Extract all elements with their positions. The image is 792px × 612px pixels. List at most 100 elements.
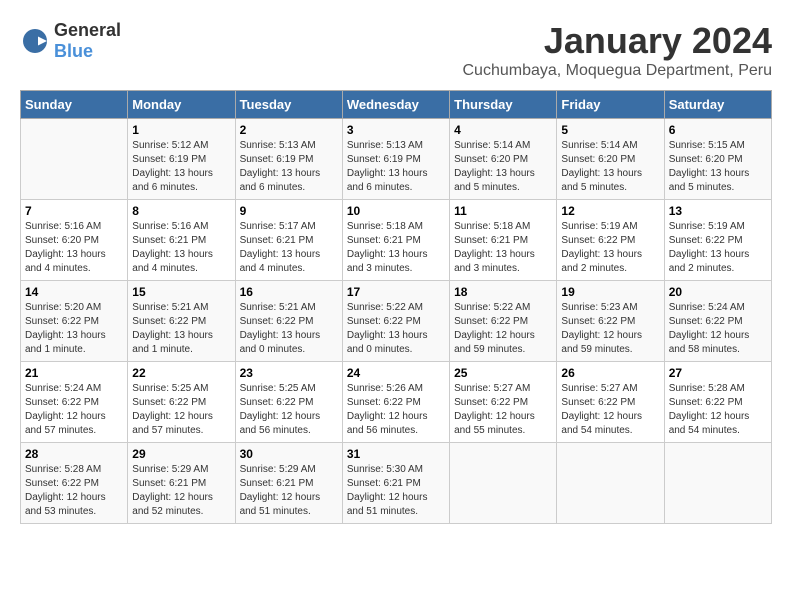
day-number: 24 — [347, 366, 445, 380]
day-cell: 2 Sunrise: 5:13 AMSunset: 6:19 PMDayligh… — [235, 119, 342, 200]
day-cell: 16 Sunrise: 5:21 AMSunset: 6:22 PMDaylig… — [235, 281, 342, 362]
day-number: 26 — [561, 366, 659, 380]
day-header-thursday: Thursday — [450, 91, 557, 119]
day-cell: 21 Sunrise: 5:24 AMSunset: 6:22 PMDaylig… — [21, 362, 128, 443]
day-cell: 20 Sunrise: 5:24 AMSunset: 6:22 PMDaylig… — [664, 281, 771, 362]
day-number: 21 — [25, 366, 123, 380]
day-cell: 1 Sunrise: 5:12 AMSunset: 6:19 PMDayligh… — [128, 119, 235, 200]
day-number: 8 — [132, 204, 230, 218]
day-header-tuesday: Tuesday — [235, 91, 342, 119]
week-row-4: 21 Sunrise: 5:24 AMSunset: 6:22 PMDaylig… — [21, 362, 772, 443]
day-cell: 24 Sunrise: 5:26 AMSunset: 6:22 PMDaylig… — [342, 362, 449, 443]
day-info: Sunrise: 5:27 AMSunset: 6:22 PMDaylight:… — [561, 383, 642, 436]
day-info: Sunrise: 5:18 AMSunset: 6:21 PMDaylight:… — [347, 221, 428, 274]
day-cell: 12 Sunrise: 5:19 AMSunset: 6:22 PMDaylig… — [557, 200, 664, 281]
day-cell — [557, 443, 664, 524]
day-info: Sunrise: 5:14 AMSunset: 6:20 PMDaylight:… — [454, 140, 535, 193]
day-number: 16 — [240, 285, 338, 299]
day-number: 29 — [132, 447, 230, 461]
title-area: January 2024 Cuchumbaya, Moquegua Depart… — [462, 20, 772, 80]
day-cell: 25 Sunrise: 5:27 AMSunset: 6:22 PMDaylig… — [450, 362, 557, 443]
day-number: 10 — [347, 204, 445, 218]
day-cell: 11 Sunrise: 5:18 AMSunset: 6:21 PMDaylig… — [450, 200, 557, 281]
day-info: Sunrise: 5:25 AMSunset: 6:22 PMDaylight:… — [240, 383, 321, 436]
calendar-table: SundayMondayTuesdayWednesdayThursdayFrid… — [20, 90, 772, 524]
day-info: Sunrise: 5:16 AMSunset: 6:20 PMDaylight:… — [25, 221, 106, 274]
day-cell: 10 Sunrise: 5:18 AMSunset: 6:21 PMDaylig… — [342, 200, 449, 281]
day-cell: 30 Sunrise: 5:29 AMSunset: 6:21 PMDaylig… — [235, 443, 342, 524]
day-header-sunday: Sunday — [21, 91, 128, 119]
day-info: Sunrise: 5:30 AMSunset: 6:21 PMDaylight:… — [347, 464, 428, 517]
day-cell — [664, 443, 771, 524]
day-cell: 15 Sunrise: 5:21 AMSunset: 6:22 PMDaylig… — [128, 281, 235, 362]
day-number: 22 — [132, 366, 230, 380]
day-number: 6 — [669, 123, 767, 137]
day-number: 23 — [240, 366, 338, 380]
day-number: 1 — [132, 123, 230, 137]
day-info: Sunrise: 5:19 AMSunset: 6:22 PMDaylight:… — [669, 221, 750, 274]
day-info: Sunrise: 5:24 AMSunset: 6:22 PMDaylight:… — [25, 383, 106, 436]
day-cell: 29 Sunrise: 5:29 AMSunset: 6:21 PMDaylig… — [128, 443, 235, 524]
day-cell: 9 Sunrise: 5:17 AMSunset: 6:21 PMDayligh… — [235, 200, 342, 281]
day-cell: 28 Sunrise: 5:28 AMSunset: 6:22 PMDaylig… — [21, 443, 128, 524]
week-row-3: 14 Sunrise: 5:20 AMSunset: 6:22 PMDaylig… — [21, 281, 772, 362]
logo-blue-text: Blue — [54, 41, 93, 61]
day-number: 3 — [347, 123, 445, 137]
day-number: 28 — [25, 447, 123, 461]
day-info: Sunrise: 5:21 AMSunset: 6:22 PMDaylight:… — [240, 302, 321, 355]
day-cell: 3 Sunrise: 5:13 AMSunset: 6:19 PMDayligh… — [342, 119, 449, 200]
day-cell: 13 Sunrise: 5:19 AMSunset: 6:22 PMDaylig… — [664, 200, 771, 281]
day-number: 27 — [669, 366, 767, 380]
day-info: Sunrise: 5:18 AMSunset: 6:21 PMDaylight:… — [454, 221, 535, 274]
day-cell: 18 Sunrise: 5:22 AMSunset: 6:22 PMDaylig… — [450, 281, 557, 362]
day-number: 31 — [347, 447, 445, 461]
day-info: Sunrise: 5:23 AMSunset: 6:22 PMDaylight:… — [561, 302, 642, 355]
day-info: Sunrise: 5:24 AMSunset: 6:22 PMDaylight:… — [669, 302, 750, 355]
day-cell: 7 Sunrise: 5:16 AMSunset: 6:20 PMDayligh… — [21, 200, 128, 281]
logo-general-text: General — [54, 20, 121, 40]
day-cell — [21, 119, 128, 200]
day-info: Sunrise: 5:25 AMSunset: 6:22 PMDaylight:… — [132, 383, 213, 436]
day-info: Sunrise: 5:26 AMSunset: 6:22 PMDaylight:… — [347, 383, 428, 436]
day-number: 25 — [454, 366, 552, 380]
day-info: Sunrise: 5:17 AMSunset: 6:21 PMDaylight:… — [240, 221, 321, 274]
day-info: Sunrise: 5:19 AMSunset: 6:22 PMDaylight:… — [561, 221, 642, 274]
day-cell: 8 Sunrise: 5:16 AMSunset: 6:21 PMDayligh… — [128, 200, 235, 281]
day-info: Sunrise: 5:16 AMSunset: 6:21 PMDaylight:… — [132, 221, 213, 274]
week-row-5: 28 Sunrise: 5:28 AMSunset: 6:22 PMDaylig… — [21, 443, 772, 524]
day-info: Sunrise: 5:28 AMSunset: 6:22 PMDaylight:… — [669, 383, 750, 436]
day-number: 30 — [240, 447, 338, 461]
day-cell: 26 Sunrise: 5:27 AMSunset: 6:22 PMDaylig… — [557, 362, 664, 443]
day-cell: 27 Sunrise: 5:28 AMSunset: 6:22 PMDaylig… — [664, 362, 771, 443]
day-info: Sunrise: 5:29 AMSunset: 6:21 PMDaylight:… — [240, 464, 321, 517]
day-info: Sunrise: 5:21 AMSunset: 6:22 PMDaylight:… — [132, 302, 213, 355]
day-header-saturday: Saturday — [664, 91, 771, 119]
day-cell: 31 Sunrise: 5:30 AMSunset: 6:21 PMDaylig… — [342, 443, 449, 524]
day-cell: 17 Sunrise: 5:22 AMSunset: 6:22 PMDaylig… — [342, 281, 449, 362]
location-title: Cuchumbaya, Moquegua Department, Peru — [462, 62, 772, 80]
day-number: 18 — [454, 285, 552, 299]
day-cell: 22 Sunrise: 5:25 AMSunset: 6:22 PMDaylig… — [128, 362, 235, 443]
day-info: Sunrise: 5:22 AMSunset: 6:22 PMDaylight:… — [454, 302, 535, 355]
logo: General Blue — [20, 20, 121, 62]
day-number: 9 — [240, 204, 338, 218]
day-header-friday: Friday — [557, 91, 664, 119]
day-number: 2 — [240, 123, 338, 137]
day-number: 15 — [132, 285, 230, 299]
day-cell: 6 Sunrise: 5:15 AMSunset: 6:20 PMDayligh… — [664, 119, 771, 200]
day-number: 7 — [25, 204, 123, 218]
day-info: Sunrise: 5:13 AMSunset: 6:19 PMDaylight:… — [347, 140, 428, 193]
day-number: 20 — [669, 285, 767, 299]
day-cell: 5 Sunrise: 5:14 AMSunset: 6:20 PMDayligh… — [557, 119, 664, 200]
day-number: 17 — [347, 285, 445, 299]
day-header-wednesday: Wednesday — [342, 91, 449, 119]
day-cell: 14 Sunrise: 5:20 AMSunset: 6:22 PMDaylig… — [21, 281, 128, 362]
day-cell — [450, 443, 557, 524]
day-info: Sunrise: 5:13 AMSunset: 6:19 PMDaylight:… — [240, 140, 321, 193]
day-number: 13 — [669, 204, 767, 218]
logo-icon — [20, 26, 50, 56]
day-info: Sunrise: 5:14 AMSunset: 6:20 PMDaylight:… — [561, 140, 642, 193]
day-number: 19 — [561, 285, 659, 299]
week-row-1: 1 Sunrise: 5:12 AMSunset: 6:19 PMDayligh… — [21, 119, 772, 200]
day-cell: 23 Sunrise: 5:25 AMSunset: 6:22 PMDaylig… — [235, 362, 342, 443]
